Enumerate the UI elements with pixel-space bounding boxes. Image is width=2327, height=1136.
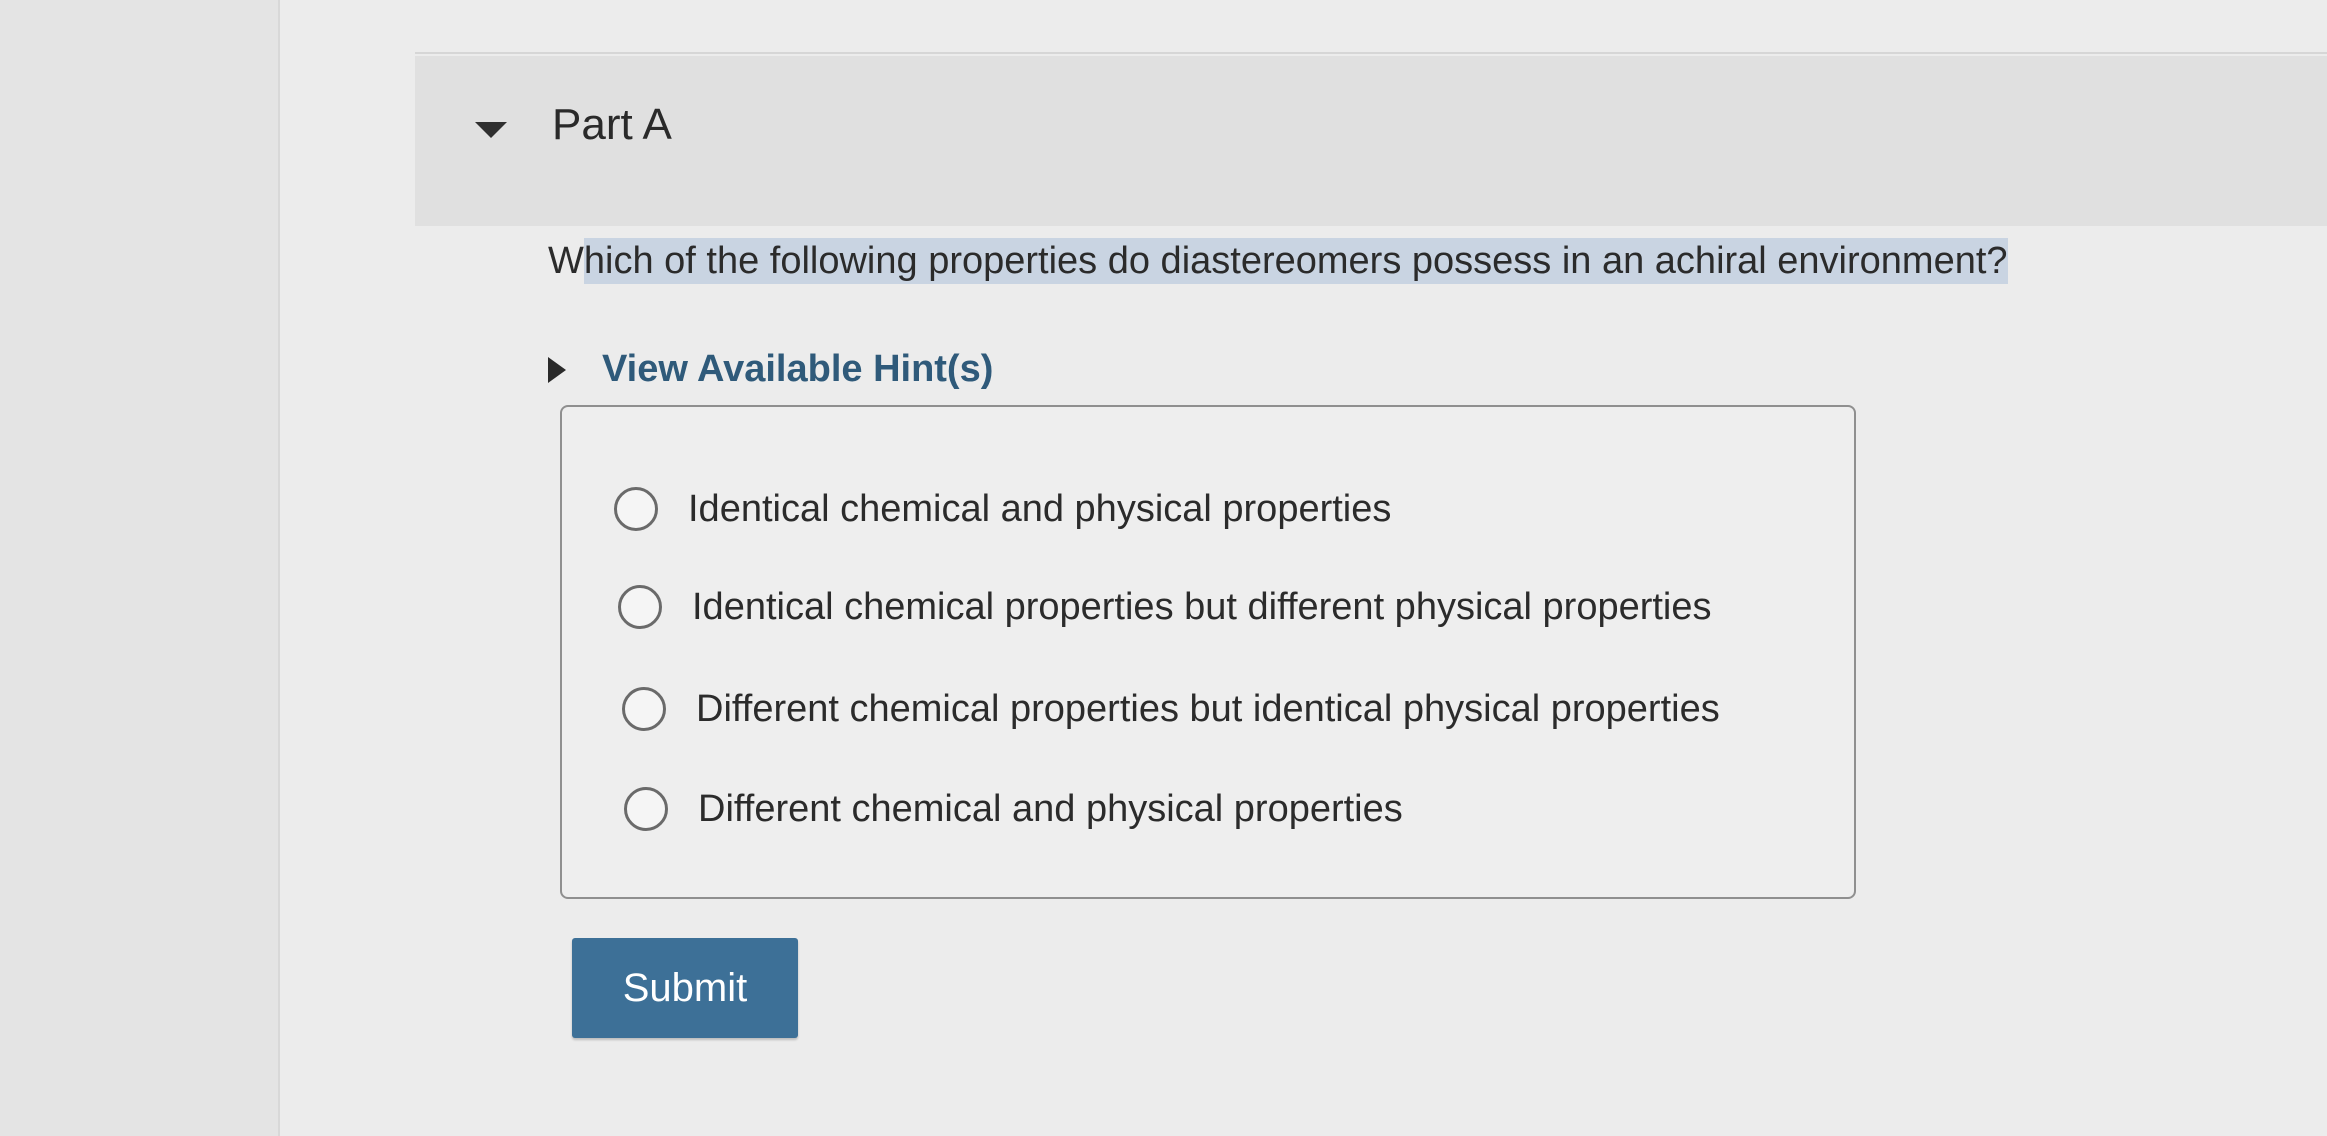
option-label[interactable]: Different chemical properties but identi…: [696, 688, 1720, 731]
option-label[interactable]: Identical chemical properties but differ…: [692, 586, 1712, 629]
caret-down-icon[interactable]: [475, 122, 507, 138]
part-title: Part A: [552, 100, 672, 149]
answer-option-4[interactable]: Different chemical and physical properti…: [624, 787, 1403, 831]
option-label[interactable]: Different chemical and physical properti…: [698, 788, 1403, 831]
question-prefix: W: [548, 240, 584, 282]
answer-option-2[interactable]: Identical chemical properties but differ…: [618, 585, 1712, 629]
divider: [415, 52, 2327, 54]
answer-option-3[interactable]: Different chemical properties but identi…: [622, 687, 1720, 731]
radio-button[interactable]: [622, 687, 666, 731]
answer-options-box: Identical chemical and physical properti…: [560, 405, 1856, 899]
hint-label[interactable]: View Available Hint(s): [602, 348, 993, 391]
caret-right-icon[interactable]: [548, 356, 566, 383]
question-text: Which of the following properties do dia…: [548, 238, 2008, 284]
radio-button[interactable]: [614, 487, 658, 531]
radio-button[interactable]: [618, 585, 662, 629]
question-highlighted-text: hich of the following properties do dias…: [583, 238, 2008, 284]
submit-button[interactable]: Submit: [572, 938, 798, 1038]
radio-button[interactable]: [624, 787, 668, 831]
left-gutter: [0, 0, 280, 1136]
view-hints-toggle[interactable]: View Available Hint(s): [548, 348, 993, 391]
option-label[interactable]: Identical chemical and physical properti…: [688, 488, 1391, 531]
answer-option-1[interactable]: Identical chemical and physical properti…: [614, 487, 1391, 531]
part-header: Part A: [415, 56, 2327, 226]
